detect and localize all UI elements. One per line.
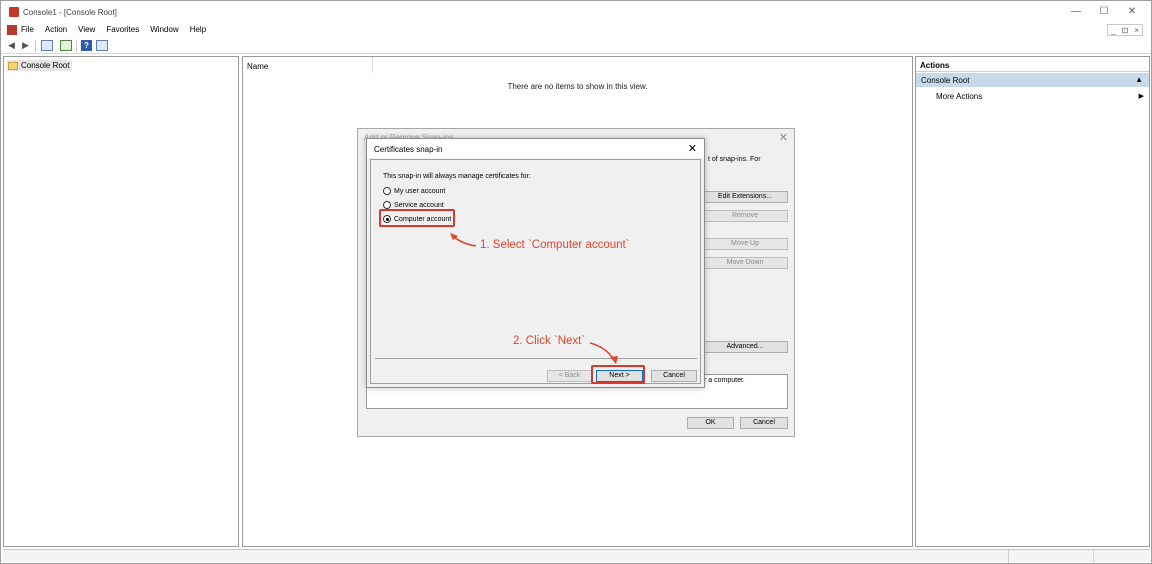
arrowhead-step2: [610, 356, 618, 364]
annotation-step1: 1. Select `Computer account`: [480, 239, 630, 251]
annotation-step2: 2. Click `Next`: [513, 335, 586, 347]
annotation-arrows: [450, 233, 618, 364]
arrow-step1: [452, 235, 477, 247]
